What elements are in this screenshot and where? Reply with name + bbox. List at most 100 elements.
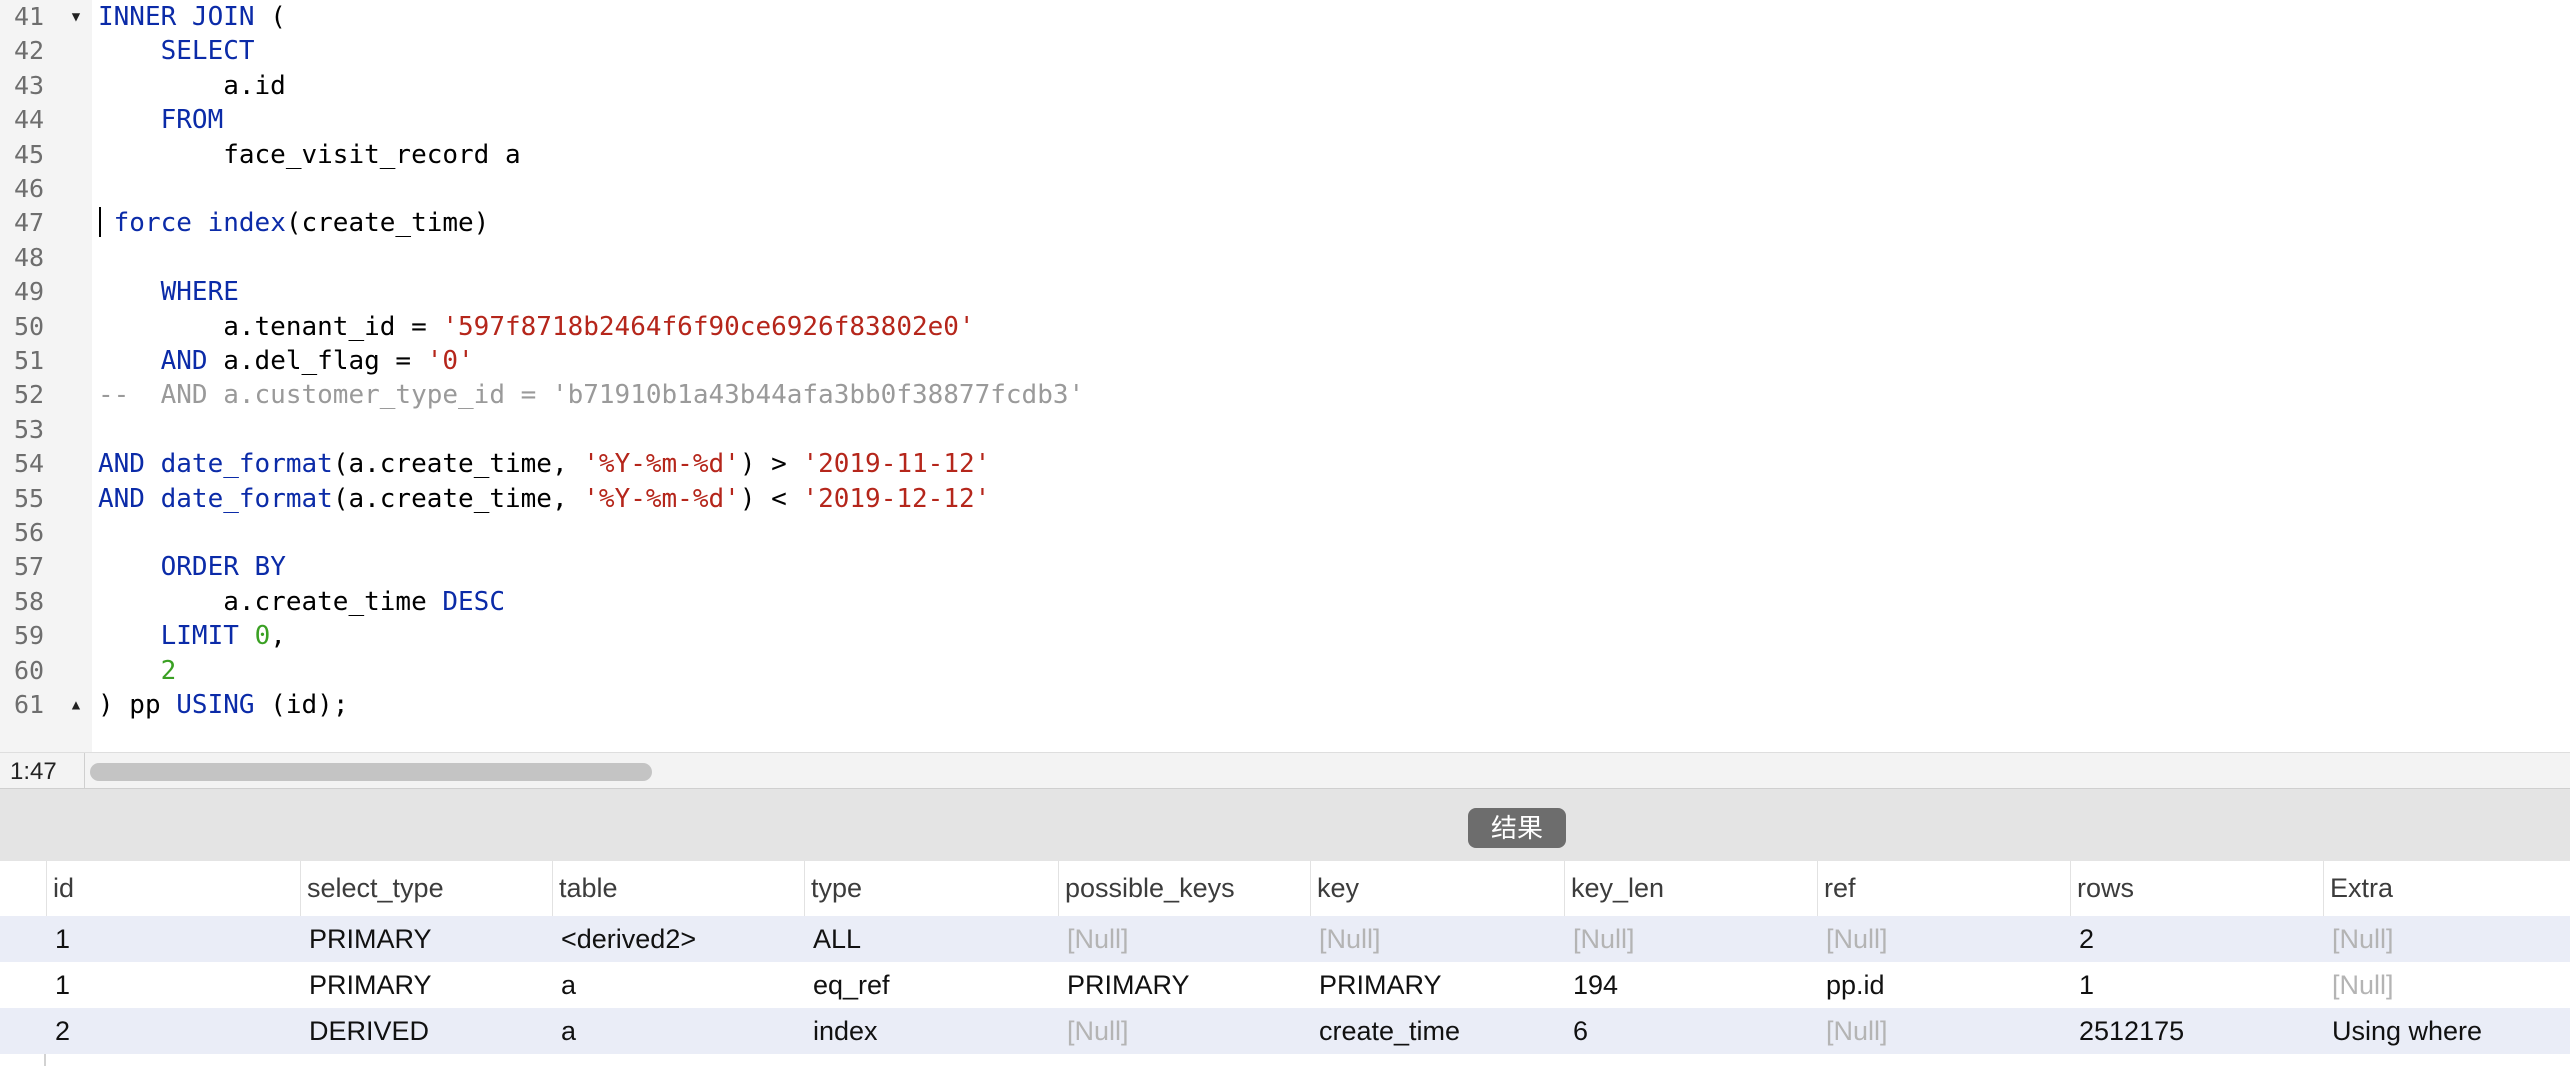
column-header-extra[interactable]: Extra — [2323, 861, 2570, 916]
code-line[interactable]: 47 force index(create_time) — [0, 206, 2570, 240]
line-number: 57 — [14, 552, 45, 582]
code-line[interactable]: 54 AND date_format(a.create_time, '%Y-%m-… — [0, 447, 2570, 481]
code-line[interactable]: 50 a.tenant_id = '597f8718b2464f6f90ce69… — [0, 310, 2570, 344]
table-cell-possible-keys[interactable]: PRIMARY — [1058, 962, 1310, 1008]
line-number: 60 — [14, 655, 45, 685]
row-selector[interactable] — [0, 1008, 44, 1054]
column-header-key-len[interactable]: key_len — [1564, 861, 1817, 916]
line-number: 58 — [14, 586, 45, 616]
table-cell-key-len[interactable]: 194 — [1564, 962, 1817, 1008]
horizontal-scrollbar[interactable] — [90, 763, 2560, 781]
table-cell-type[interactable]: ALL — [804, 916, 1058, 962]
code-line[interactable]: 45 face_visit_record a — [0, 138, 2570, 172]
horizontal-scrollbar-thumb[interactable] — [90, 763, 652, 781]
table-cell-rows[interactable]: 2 — [2070, 916, 2323, 962]
table-cell-key[interactable]: create_time — [1310, 1008, 1564, 1054]
table-cell-id[interactable]: 1 — [46, 962, 300, 1008]
code-line[interactable]: 43 a.id — [0, 69, 2570, 103]
text-caret — [99, 207, 101, 237]
line-number: 47 — [14, 208, 45, 238]
table-cell-extra[interactable]: [Null] — [2323, 962, 2570, 1008]
table-cell-rows[interactable]: 1 — [2070, 962, 2323, 1008]
line-number: 41 — [14, 2, 45, 31]
code-line[interactable]: 46 — [0, 172, 2570, 206]
code-text: AND date_format(a.create_time, '%Y-%m-%d… — [98, 449, 991, 480]
table-cell-select-type[interactable]: DERIVED — [300, 1008, 552, 1054]
code-line[interactable]: 51 AND a.del_flag = '0' — [0, 344, 2570, 378]
code-text: INNER JOIN ( — [98, 2, 286, 32]
table-cell-possible-keys[interactable]: [Null] — [1058, 916, 1310, 962]
line-number: 51 — [14, 346, 45, 375]
column-header-possible-keys[interactable]: possible_keys — [1058, 861, 1310, 916]
line-number: 46 — [14, 174, 45, 203]
code-line[interactable]: 42 SELECT — [0, 34, 2570, 68]
code-text: -- AND a.customer_type_id = 'b71910b1a43… — [98, 380, 1085, 411]
table-cell-type[interactable]: index — [804, 1008, 1058, 1054]
editor-status-bar: 1:47 — [0, 752, 2570, 789]
line-number: 49 — [14, 277, 45, 307]
code-text: FROM — [160, 105, 224, 136]
table-cell-ref[interactable]: [Null] — [1817, 1008, 2070, 1054]
fold-end-icon[interactable]: ▲ — [66, 688, 86, 722]
code-line[interactable]: 56 — [0, 516, 2570, 550]
table-cell-ref[interactable]: pp.id — [1817, 962, 2070, 1008]
table-cell-key-len[interactable]: 6 — [1564, 1008, 1817, 1054]
table-cell-key[interactable]: PRIMARY — [1310, 962, 1564, 1008]
code-line[interactable]: 60 2 — [0, 654, 2570, 688]
status-divider — [84, 753, 85, 789]
table-cell-extra[interactable]: Using where — [2323, 1008, 2570, 1054]
code-text: face_visit_record a — [98, 139, 521, 170]
line-number: 43 — [14, 70, 45, 100]
result-grid[interactable]: id select_type table type possible_keys key ke… — [0, 861, 2570, 1066]
table-cell-id[interactable]: 1 — [46, 916, 300, 962]
column-header-id[interactable]: id — [46, 861, 300, 916]
code-line[interactable]: 57 ORDER BY — [0, 550, 2570, 584]
tab-results[interactable]: 结果 — [1468, 808, 1566, 848]
row-selector[interactable] — [0, 916, 44, 962]
column-header-type[interactable]: type — [804, 861, 1058, 916]
table-cell-rows[interactable]: 2512175 — [2070, 1008, 2323, 1054]
table-cell-possible-keys[interactable]: [Null] — [1058, 1008, 1310, 1054]
code-line[interactable]: 49 WHERE — [0, 275, 2570, 309]
code-line[interactable]: 52 -- AND a.customer_type_id = 'b71910b1a… — [0, 378, 2570, 412]
table-cell-key[interactable]: [Null] — [1310, 916, 1564, 962]
table-cell-type[interactable]: eq_ref — [804, 962, 1058, 1008]
table-row[interactable]: 1 PRIMARY <derived2> ALL [Null] [Null] [Null][… — [0, 916, 2570, 962]
table-cell-extra[interactable]: [Null] — [2323, 916, 2570, 962]
code-line[interactable]: 61 ▲) pp USING (id); — [0, 688, 2570, 722]
table-cell-id[interactable]: 2 — [46, 1008, 300, 1054]
table-cell-table[interactable]: a — [552, 962, 804, 1008]
code-line[interactable]: 53 — [0, 413, 2570, 447]
line-number: 54 — [14, 449, 45, 479]
code-line[interactable]: 44 FROM — [0, 103, 2570, 137]
column-header-rows[interactable]: rows — [2070, 861, 2323, 916]
line-number: 44 — [14, 105, 45, 135]
code-line[interactable]: 48 — [0, 241, 2570, 275]
code-line[interactable]: 58 a.create_time DESC — [0, 585, 2570, 619]
code-line[interactable]: 41 ▼ INNER JOIN ( — [0, 0, 2570, 34]
table-cell-table[interactable]: <derived2> — [552, 916, 804, 962]
table-cell-key-len[interactable]: [Null] — [1564, 916, 1817, 962]
table-row[interactable]: 2 DERIVED a index [Null] create_time 6 [Null] 25… — [0, 1008, 2570, 1054]
fold-collapse-icon[interactable]: ▼ — [66, 0, 86, 34]
column-header-table[interactable]: table — [552, 861, 804, 916]
table-cell-ref[interactable]: [Null] — [1817, 916, 2070, 962]
line-number: 59 — [14, 621, 45, 651]
code-text: AND date_format(a.create_time, '%Y-%m-%d… — [98, 483, 991, 514]
line-number: 42 — [14, 36, 45, 66]
code-line[interactable]: 55 AND date_format(a.create_time, '%Y-%m-… — [0, 482, 2570, 516]
column-header-select-type[interactable]: select_type — [300, 861, 552, 916]
column-header-ref[interactable]: ref — [1817, 861, 2070, 916]
line-number: 61 — [14, 690, 45, 719]
code-text: a.tenant_id = '597f8718b2464f6f90ce6926f… — [98, 311, 975, 342]
table-cell-select-type[interactable]: PRIMARY — [300, 962, 552, 1008]
table-cell-select-type[interactable]: PRIMARY — [300, 916, 552, 962]
sql-editor[interactable]: 41 ▼ INNER JOIN (42 SELECT 43 a.id 44 FROM 45… — [0, 0, 2570, 752]
row-selector[interactable] — [0, 962, 44, 1008]
table-row[interactable]: 1 PRIMARY a eq_ref PRIMARY PRIMARY 194 pp.id 1 [N… — [0, 962, 2570, 1008]
code-text: a.create_time DESC — [98, 586, 505, 617]
code-text: LIMIT 0, — [160, 621, 286, 652]
table-cell-table[interactable]: a — [552, 1008, 804, 1054]
code-line[interactable]: 59 LIMIT 0, — [0, 619, 2570, 653]
column-header-key[interactable]: key — [1310, 861, 1564, 916]
